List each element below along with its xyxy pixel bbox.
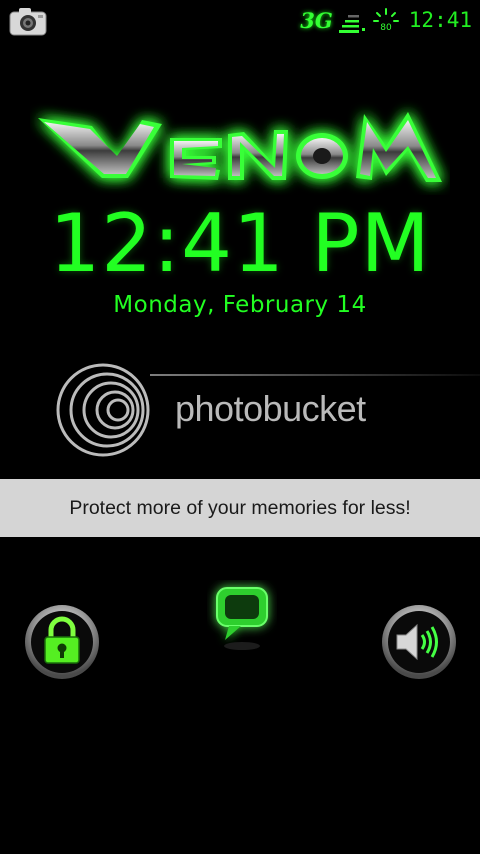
venom-logo [38,112,442,182]
network-type-indicator: 3G [300,7,333,33]
camera-icon[interactable] [9,6,47,36]
photobucket-watermark: photobucket [55,360,480,465]
sound-toggle-button[interactable] [381,604,457,680]
message-icon [216,587,268,640]
signal-bars-icon [338,15,365,33]
unlock-button[interactable] [24,604,100,680]
lock-screen: 3G 80 12:41 12:41 PM Monday, February 14… [0,0,480,854]
lock-clock: 12:41 PM [49,197,431,290]
status-time: 12:41 [408,8,472,32]
promo-banner-text: Protect more of your memories for less! [69,496,411,519]
promo-banner[interactable]: Protect more of your memories for less! [0,479,480,537]
photobucket-wordmark: photobucket [175,388,366,429]
message-handle[interactable] [207,580,277,656]
battery-icon: 80 [372,8,399,33]
lock-date: Monday, February 14 [113,292,367,318]
photobucket-logo-icon [56,363,150,457]
watermark-line [150,374,480,376]
status-bar: 3G 80 12:41 [0,0,480,40]
battery-level-text: 80 [380,23,392,33]
